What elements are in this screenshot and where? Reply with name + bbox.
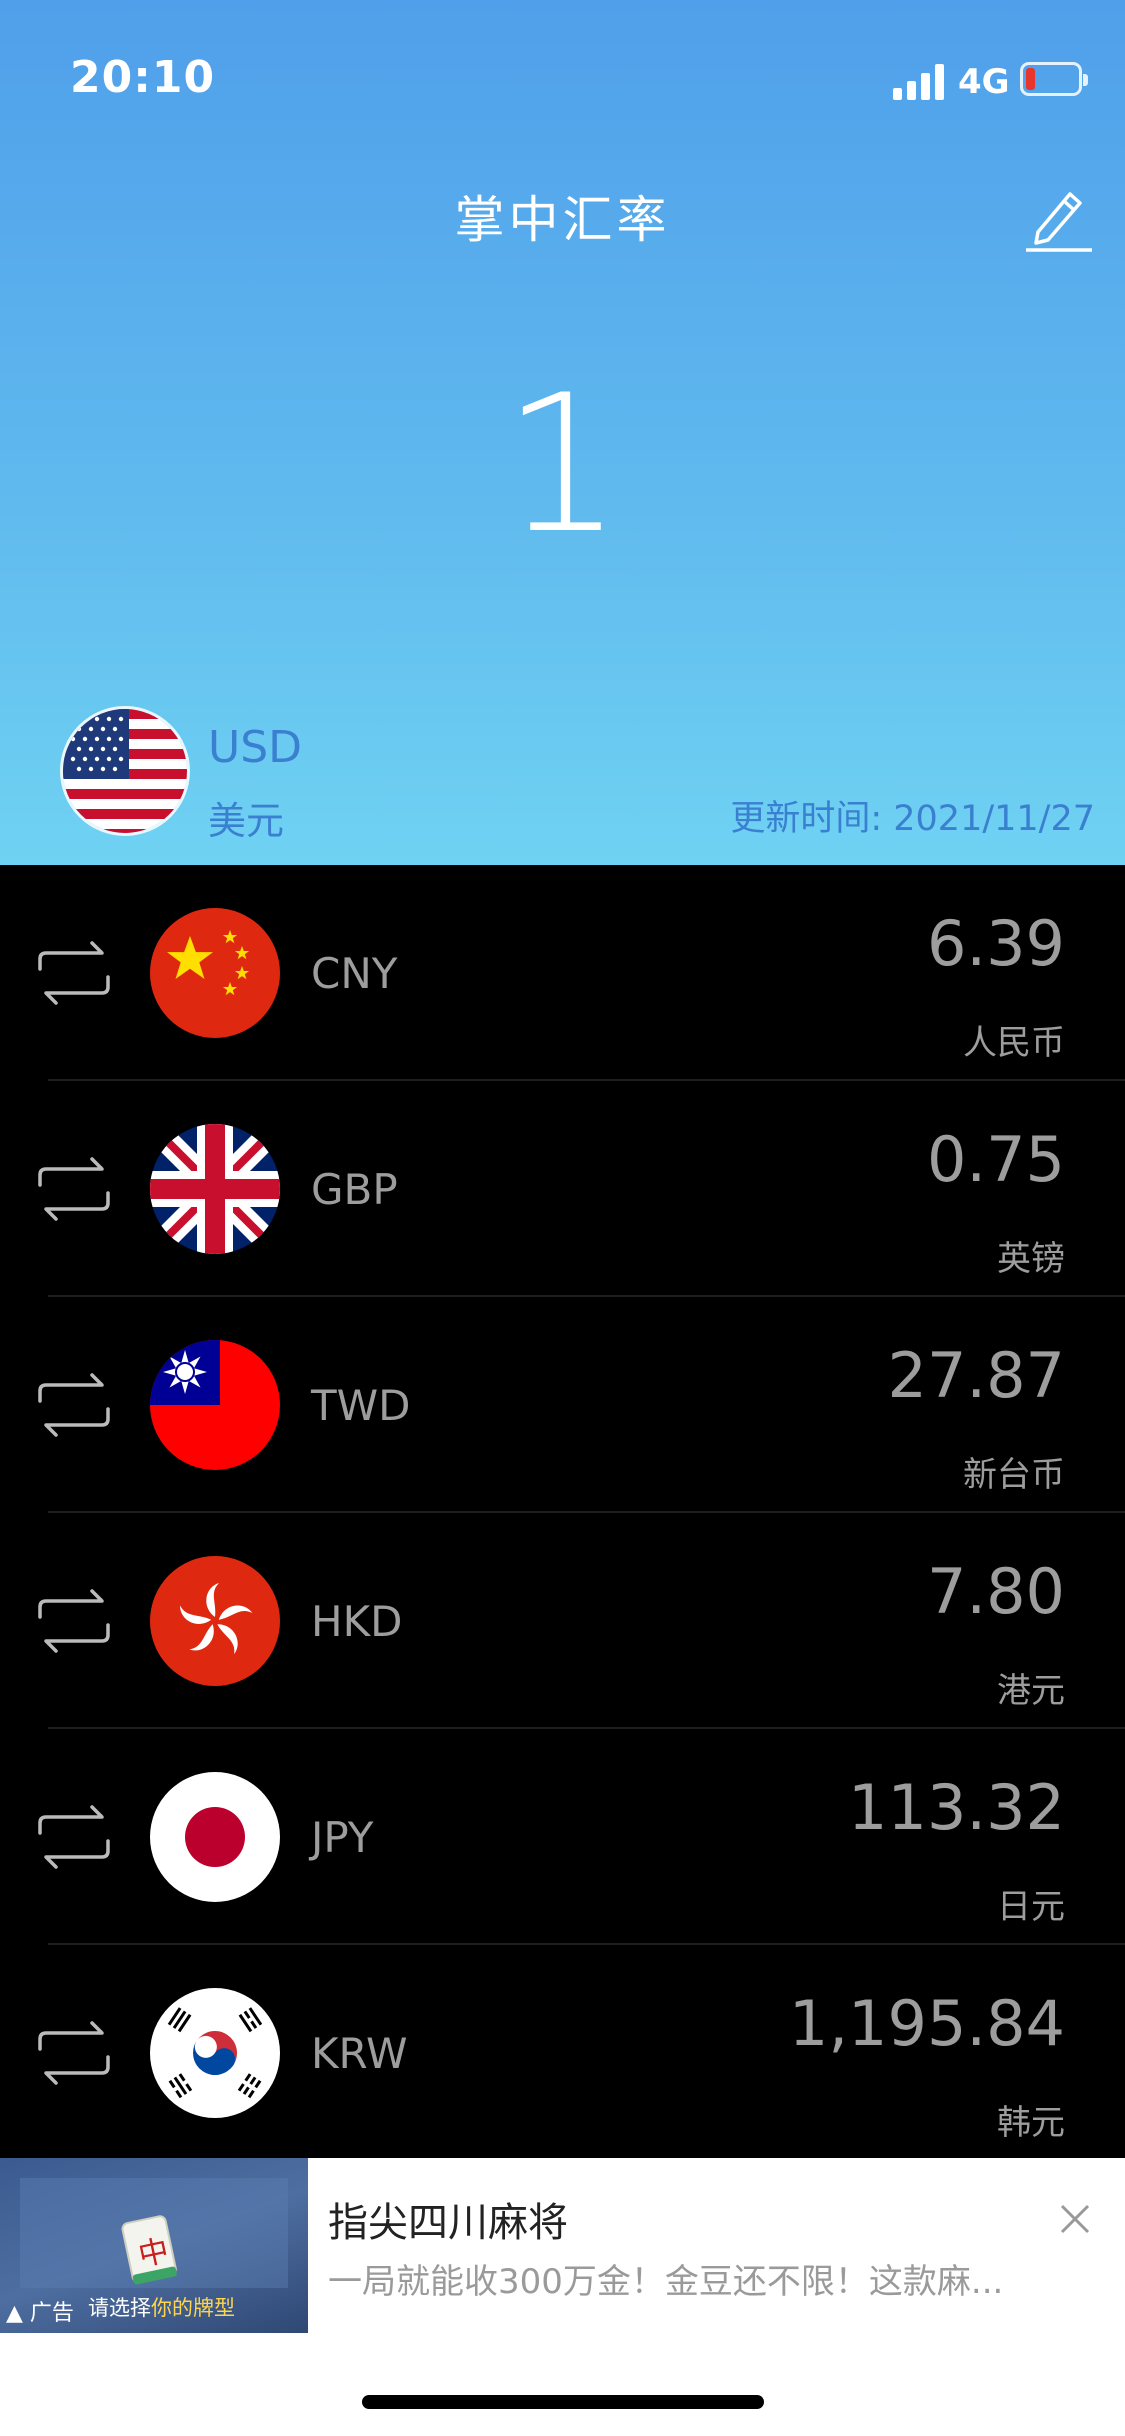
rate-value: 0.75 — [926, 1123, 1065, 1196]
rate-row-jpy[interactable]: JPY 113.32 日元 — [0, 1729, 1125, 1945]
usa-flag-icon[interactable] — [60, 706, 190, 836]
rate-value: 7.80 — [926, 1555, 1065, 1628]
currency-code: KRW — [311, 2029, 408, 2078]
rate-value: 27.87 — [887, 1339, 1066, 1412]
currency-name: 人民币 — [963, 1023, 1065, 1063]
swap-icon[interactable] — [34, 2015, 114, 2091]
china-flag-icon — [150, 908, 280, 1038]
swap-icon[interactable] — [34, 1367, 114, 1443]
swap-icon[interactable] — [34, 935, 114, 1011]
header: 20:10 4G 掌中汇率 1 USD 美元 更新时间: 2021/11/27 — [0, 0, 1125, 865]
edit-icon[interactable] — [1024, 182, 1094, 252]
ad-description[interactable]: 一局就能收300万金！金豆还不限！这款麻... — [328, 2254, 1048, 2303]
ad-banner[interactable]: 中 请选择你的牌型 ▲ 广告 指尖四川麻将 一局就能收300万金！金豆还不限！这… — [0, 2158, 1125, 2333]
rate-value: 1,195.84 — [788, 1987, 1065, 2060]
currency-code: TWD — [311, 1381, 411, 1430]
network-type: 4G — [958, 62, 1010, 102]
rate-value: 6.39 — [926, 907, 1065, 980]
hongkong-flag-icon — [150, 1556, 280, 1686]
currency-code: HKD — [311, 1597, 403, 1646]
rate-value: 113.32 — [848, 1771, 1065, 1844]
status-bar: 20:10 4G — [0, 0, 1125, 150]
rate-row-gbp[interactable]: GBP 0.75 英镑 — [0, 1081, 1125, 1297]
close-icon[interactable] — [1058, 2202, 1092, 2236]
swap-icon[interactable] — [34, 1583, 114, 1659]
taiwan-flag-icon — [150, 1340, 280, 1470]
battery-icon — [1020, 62, 1088, 96]
page-title: 掌中汇率 — [454, 191, 671, 249]
amount-display[interactable]: 1 — [0, 370, 1125, 560]
rate-list: CNY 6.39 人民币 GBP 0.75 英镑 TWD 27.87 新台币 H… — [0, 865, 1125, 2161]
currency-name: 新台币 — [963, 1455, 1065, 1495]
currency-code: GBP — [311, 1165, 398, 1214]
currency-name: 英镑 — [997, 1239, 1065, 1279]
ad-caption: 请选择你的牌型 — [88, 2296, 235, 2320]
currency-code: JPY — [311, 1813, 374, 1862]
swap-icon[interactable] — [34, 1799, 114, 1875]
swap-icon[interactable] — [34, 1151, 114, 1227]
rate-row-twd[interactable]: TWD 27.87 新台币 — [0, 1297, 1125, 1513]
rate-row-krw[interactable]: KRW 1,195.84 韩元 — [0, 1945, 1125, 2161]
rate-row-hkd[interactable]: HKD 7.80 港元 — [0, 1513, 1125, 1729]
currency-name: 日元 — [997, 1887, 1065, 1927]
japan-flag-icon — [150, 1772, 280, 1902]
rate-row-cny[interactable]: CNY 6.39 人民币 — [0, 865, 1125, 1081]
ad-label: ▲ 广告 — [6, 2301, 74, 2326]
home-indicator[interactable] — [362, 2395, 764, 2409]
korea-flag-icon — [150, 1988, 280, 2118]
status-time: 20:10 — [70, 52, 216, 103]
currency-code: CNY — [311, 949, 398, 998]
ad-title[interactable]: 指尖四川麻将 — [328, 2190, 568, 2248]
currency-name: 港元 — [997, 1671, 1065, 1711]
base-currency-code[interactable]: USD — [208, 722, 302, 773]
update-time: 更新时间: 2021/11/27 — [730, 799, 1095, 839]
signal-icon — [893, 64, 945, 100]
uk-flag-icon — [150, 1124, 280, 1254]
base-currency-name: 美元 — [208, 799, 285, 843]
currency-name: 韩元 — [997, 2103, 1065, 2143]
ad-image[interactable]: 中 请选择你的牌型 ▲ 广告 — [0, 2158, 308, 2333]
bottom-safe-area — [0, 2333, 1125, 2436]
